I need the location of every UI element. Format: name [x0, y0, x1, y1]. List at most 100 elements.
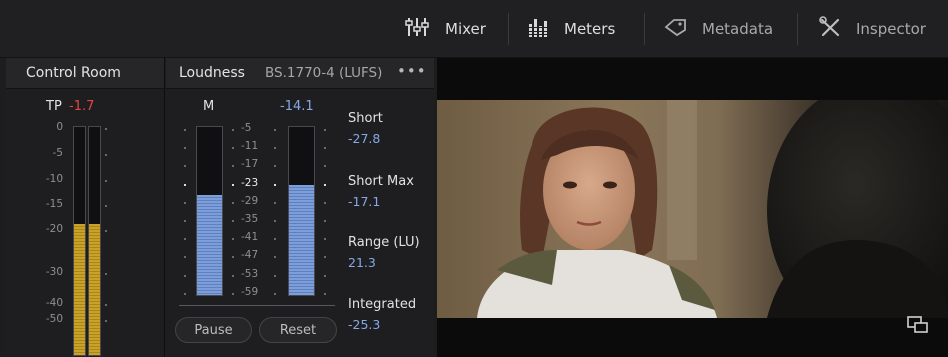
loudness-scale-dot [274, 201, 276, 204]
meters-tab[interactable]: Meters [528, 0, 615, 58]
mixer-sliders-icon [405, 16, 431, 42]
loudness-scale-dot [274, 274, 276, 277]
control-room-meter-right-level [89, 223, 100, 355]
loudness-scale-dot [184, 274, 186, 277]
loudness-title: Loudness [179, 65, 245, 81]
metadata-label: Metadata [702, 20, 774, 38]
range-label: Range (LU) [348, 235, 420, 250]
inspector-tab[interactable]: Inspector [818, 0, 926, 58]
loudness-scale-tick: -41 [241, 231, 259, 244]
loudness-scale-dot [184, 129, 186, 131]
loudness-scale-dot [274, 238, 276, 241]
loudness-scale-dot [274, 220, 276, 222]
loudness-scale-tick: -59 [241, 285, 259, 298]
loudness-scale-dot [324, 238, 326, 241]
metadata-tab[interactable]: Metadata [664, 0, 773, 58]
loudness-scale-tick: -47 [241, 249, 259, 262]
loudness-scale-tick: -53 [241, 267, 259, 280]
video-still-image [437, 100, 948, 318]
loudness-scale-dot [184, 256, 186, 259]
loudness-scale-dot [274, 183, 276, 186]
tp-value: -1.7 [69, 99, 95, 114]
loudness-scale-dot [232, 147, 234, 150]
toolbar-divider [644, 13, 645, 45]
control-room-header: Control Room [6, 58, 164, 89]
control-room-scale-tick: -50 [45, 313, 63, 325]
loudness-scale-dot [324, 147, 326, 150]
control-room-scale-dot [105, 304, 107, 306]
m-label: M [203, 99, 215, 114]
loudness-scale-tick: -29 [241, 194, 259, 207]
control-room-scale-tick: -30 [45, 266, 63, 278]
fullscreen-icon[interactable] [907, 316, 929, 338]
loudness-scale-dot [274, 292, 276, 295]
control-room-scale-tick: -15 [45, 198, 63, 210]
mixer-label: Mixer [445, 20, 486, 38]
loudness-options-menu[interactable]: ••• [397, 62, 427, 80]
control-room-meter-right [88, 126, 101, 356]
pause-button[interactable]: Pause [175, 317, 252, 343]
control-room-scale-tick: 0 [56, 121, 63, 133]
short-max-value: -17.1 [348, 194, 381, 209]
video-frame [437, 100, 948, 318]
loudness-scale-dot [184, 183, 186, 186]
toolbar-divider [508, 13, 509, 45]
control-room-scale-tick: -10 [45, 173, 63, 185]
loudness-scale-dot [232, 256, 234, 259]
reset-button[interactable]: Reset [259, 317, 337, 343]
loudness-meter-right [288, 126, 315, 296]
loudness-panel: Loudness BS.1770-4 (LUFS) ••• M -14.1 -5… [166, 58, 434, 357]
integrated-label: Integrated [348, 297, 417, 312]
control-room-scale-tick: -40 [45, 297, 63, 309]
tp-label: TP [46, 99, 62, 114]
loudness-standard: BS.1770-4 (LUFS) [265, 65, 383, 81]
control-room-scale-dot [105, 230, 107, 232]
loudness-scale-dot [232, 165, 234, 168]
toolbar-divider [797, 13, 798, 45]
loudness-baseline [179, 305, 335, 306]
loudness-scale-dot [324, 129, 326, 131]
loudness-scale-dot [184, 220, 186, 222]
top-toolbar: Mixer Meters Metadata Inspector [0, 0, 948, 58]
loudness-scale-dot [184, 165, 186, 168]
m-value: -14.1 [280, 99, 314, 114]
loudness-scale-dot [232, 183, 234, 186]
short-label: Short [348, 111, 383, 126]
control-room-scale-dot [105, 154, 107, 156]
loudness-scale-dot [324, 165, 326, 168]
loudness-scale-dot [324, 292, 326, 295]
control-room-scale-dot [105, 180, 107, 182]
loudness-scale-dot [324, 256, 326, 259]
loudness-scale-dot [232, 129, 234, 131]
video-viewer[interactable] [437, 58, 948, 357]
loudness-scale-dot [274, 129, 276, 131]
control-room-meter-left-level [74, 223, 85, 355]
control-room-scale-dot [105, 128, 107, 130]
loudness-scale-tick: -17 [241, 158, 259, 171]
loudness-scale-dot [232, 274, 234, 277]
loudness-scale-tick: -23 [241, 176, 259, 189]
loudness-scale-dot [184, 292, 186, 295]
loudness-scale-dot [324, 201, 326, 204]
loudness-header: Loudness BS.1770-4 (LUFS) ••• [166, 58, 434, 89]
mixer-tab[interactable]: Mixer [405, 0, 486, 58]
inspector-tools-icon [818, 16, 842, 42]
control-room-scale-dot [105, 273, 107, 275]
control-room-title: Control Room [26, 65, 121, 81]
loudness-meter-left [196, 126, 223, 296]
loudness-scale-dot [324, 274, 326, 277]
loudness-scale-tick: -5 [241, 122, 252, 134]
loudness-scale-dot [184, 238, 186, 241]
control-room-meter-left [73, 126, 86, 356]
loudness-meter-left-level [197, 194, 222, 295]
control-room-scale-tick: -20 [45, 223, 63, 235]
control-room-scale-dot [105, 320, 107, 322]
loudness-scale-dot [232, 238, 234, 241]
loudness-scale-tick: -35 [241, 213, 259, 225]
inspector-label: Inspector [856, 20, 926, 38]
integrated-value: -25.3 [348, 317, 381, 332]
control-room-scale-dot [105, 205, 107, 207]
loudness-scale-dot [232, 292, 234, 295]
range-value: 21.3 [348, 255, 376, 270]
loudness-scale-dot [274, 147, 276, 150]
